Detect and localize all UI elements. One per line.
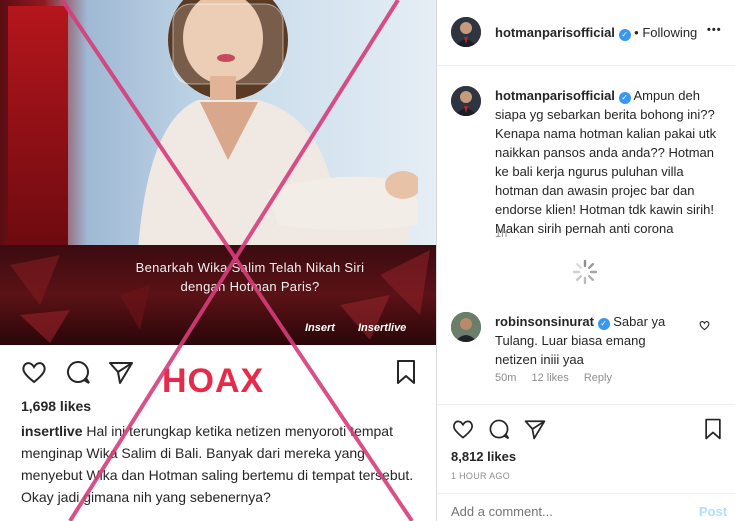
share-icon (109, 362, 133, 384)
embedded-caption-user: insertlive (21, 423, 83, 439)
comments-list: hotmanparisofficial ✓ Ampun deh siapa yg… (437, 66, 735, 406)
overlay-caption-line1: Benarkah Wika Salim Telah Nikah Siri (135, 260, 365, 275)
comment-time: 1h (495, 228, 508, 240)
post-comment-button[interactable]: Post (699, 504, 727, 519)
comment-text: Ampun deh siapa yg sebarkan berita bohon… (495, 88, 717, 236)
reply-time: 50m (495, 372, 517, 384)
header-row: hotmanparisofficial ✓ • Following (495, 25, 697, 41)
header-username[interactable]: hotmanparisofficial (495, 25, 615, 40)
header-separator: • (634, 25, 639, 40)
more-options-icon[interactable]: ••• (707, 24, 722, 36)
heart-icon (22, 362, 46, 384)
overlay-caption: Benarkah Wika Salim Telah Nikah Siri den… (70, 258, 430, 296)
reply-meta: 50m 12 likes Reply (495, 372, 612, 384)
reply-avatar[interactable] (451, 312, 481, 342)
following-button[interactable]: Following (642, 25, 697, 40)
post-time: 1 HOUR AGO (451, 471, 511, 481)
add-comment-bar: Post (437, 493, 735, 521)
post-likes[interactable]: 8,812 likes (451, 449, 516, 464)
hoax-stamp: HOAX (162, 362, 265, 400)
reply-comment: robinsonsinurat ✓ Sabar ya Tulang. Luar … (495, 312, 685, 369)
comment-icon[interactable] (487, 417, 511, 441)
embedded-likes: 1,698 likes (21, 398, 92, 414)
save-bookmark-icon[interactable] (701, 417, 725, 441)
reply-button[interactable]: Reply (584, 372, 612, 384)
verified-badge-icon: ✓ (618, 29, 631, 41)
avatar[interactable] (451, 17, 481, 47)
comment-username[interactable]: hotmanparisofficial (495, 88, 615, 103)
loading-spinner-icon (572, 259, 598, 285)
overlay-caption-line2: dengan Hotman Paris? (180, 279, 320, 294)
verified-badge-icon: ✓ (618, 92, 631, 104)
post-side-panel: hotmanparisofficial ✓ • Following ••• ho… (437, 0, 735, 521)
insert-watermark: Insert (305, 322, 335, 334)
share-icon[interactable] (523, 417, 547, 441)
comment-icon (67, 360, 90, 384)
like-heart-icon[interactable] (451, 417, 475, 441)
comment-avatar[interactable] (451, 86, 481, 116)
add-comment-input[interactable] (451, 502, 681, 520)
embedded-post-screenshot: Benarkah Wika Salim Telah Nikah Siri den… (0, 0, 437, 521)
woman-photo (138, 0, 418, 250)
comment-like-heart-icon[interactable] (699, 320, 710, 331)
bookmark-icon (397, 360, 415, 384)
post-header: hotmanparisofficial ✓ • Following ••• (437, 0, 735, 66)
insertlive-watermark: Insertlive (358, 322, 407, 334)
reply-likes[interactable]: 12 likes (531, 372, 568, 384)
caption-comment: hotmanparisofficial ✓ Ampun deh siapa yg… (495, 86, 723, 238)
reply-username[interactable]: robinsonsinurat (495, 314, 594, 329)
post-media: Benarkah Wika Salim Telah Nikah Siri den… (0, 0, 436, 345)
verified-badge-icon: ✓ (597, 318, 610, 330)
embedded-caption: insertlive Hal ini terungkap ketika neti… (21, 420, 421, 508)
